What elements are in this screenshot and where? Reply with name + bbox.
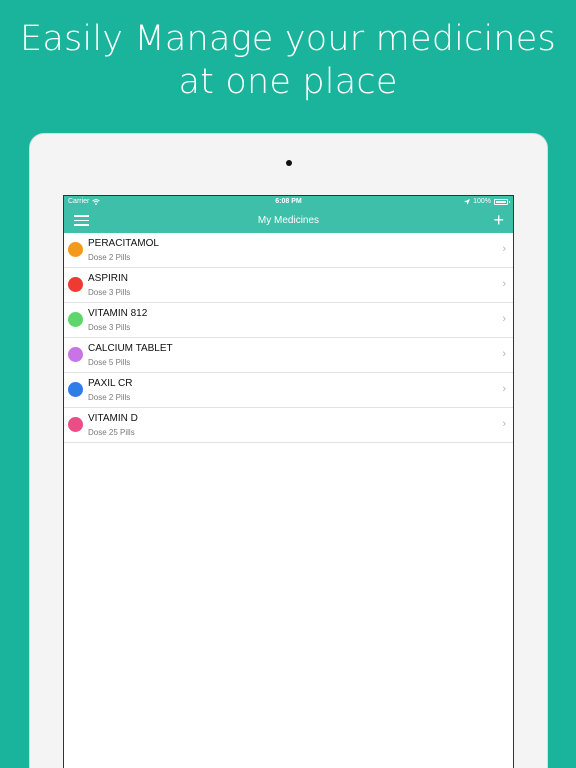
color-dot [68, 382, 83, 397]
list-item[interactable]: ASPIRIN Dose 3 Pills › [64, 268, 513, 303]
headline-line-1: Easily Manage your medicines [20, 19, 556, 59]
location-arrow-icon [464, 198, 471, 205]
color-dot [68, 417, 83, 432]
medicine-dose: Dose 2 Pills [88, 253, 131, 262]
add-medicine-button[interactable]: + [493, 211, 504, 229]
battery-percent: 100% [473, 198, 491, 205]
medicine-dose: Dose 3 Pills [88, 288, 131, 297]
chevron-right-icon: › [502, 313, 506, 325]
camera-dot [286, 160, 292, 166]
medicine-name: CALCIUM TABLET [88, 343, 173, 354]
medicine-list: PERACITAMOL Dose 2 Pills › ASPIRIN Dose 3 Pi… [64, 233, 513, 443]
battery-icon [494, 198, 510, 205]
hamburger-menu-icon[interactable] [74, 215, 89, 226]
app-screen: Carrier 6:08 PM 100% My Medicines + PERA… [63, 195, 514, 768]
medicine-dose: Dose 5 Pills [88, 358, 131, 367]
chevron-right-icon: › [502, 383, 506, 395]
color-dot [68, 347, 83, 362]
tablet-frame: Carrier 6:08 PM 100% My Medicines + PERA… [30, 134, 547, 768]
color-dot [68, 277, 83, 292]
medicine-name: ASPIRIN [88, 273, 129, 284]
medicine-dose: Dose 25 Pills [88, 428, 135, 437]
list-item[interactable]: PAXIL CR Dose 2 Pills › [64, 373, 513, 408]
medicine-name: VITAMIN D [88, 413, 138, 424]
list-item[interactable]: CALCIUM TABLET Dose 5 Pills › [64, 338, 513, 373]
medicine-name: VITAMIN 812 [88, 308, 148, 319]
list-item[interactable]: VITAMIN D Dose 25 Pills › [64, 408, 513, 443]
list-item[interactable]: PERACITAMOL Dose 2 Pills › [64, 233, 513, 268]
status-time: 6:08 PM [275, 198, 302, 205]
nav-bar: My Medicines + [64, 208, 513, 233]
medicine-dose: Dose 2 Pills [88, 393, 131, 402]
chevron-right-icon: › [502, 243, 506, 255]
list-item[interactable]: VITAMIN 812 Dose 3 Pills › [64, 303, 513, 338]
medicine-dose: Dose 3 Pills [88, 323, 131, 332]
medicine-name: PERACITAMOL [88, 238, 159, 249]
chevron-right-icon: › [502, 348, 506, 360]
status-right: 100% [464, 198, 510, 205]
medicine-name: PAXIL CR [88, 378, 133, 389]
chevron-right-icon: › [502, 418, 506, 430]
status-bar: Carrier 6:08 PM 100% [64, 196, 513, 208]
color-dot [68, 242, 83, 257]
chevron-right-icon: › [502, 278, 506, 290]
color-dot [68, 312, 83, 327]
promo-headline: Easily Manage your medicines at one plac… [0, 18, 576, 104]
page-title: My Medicines [257, 215, 320, 226]
headline-line-2: at one place [178, 62, 398, 102]
